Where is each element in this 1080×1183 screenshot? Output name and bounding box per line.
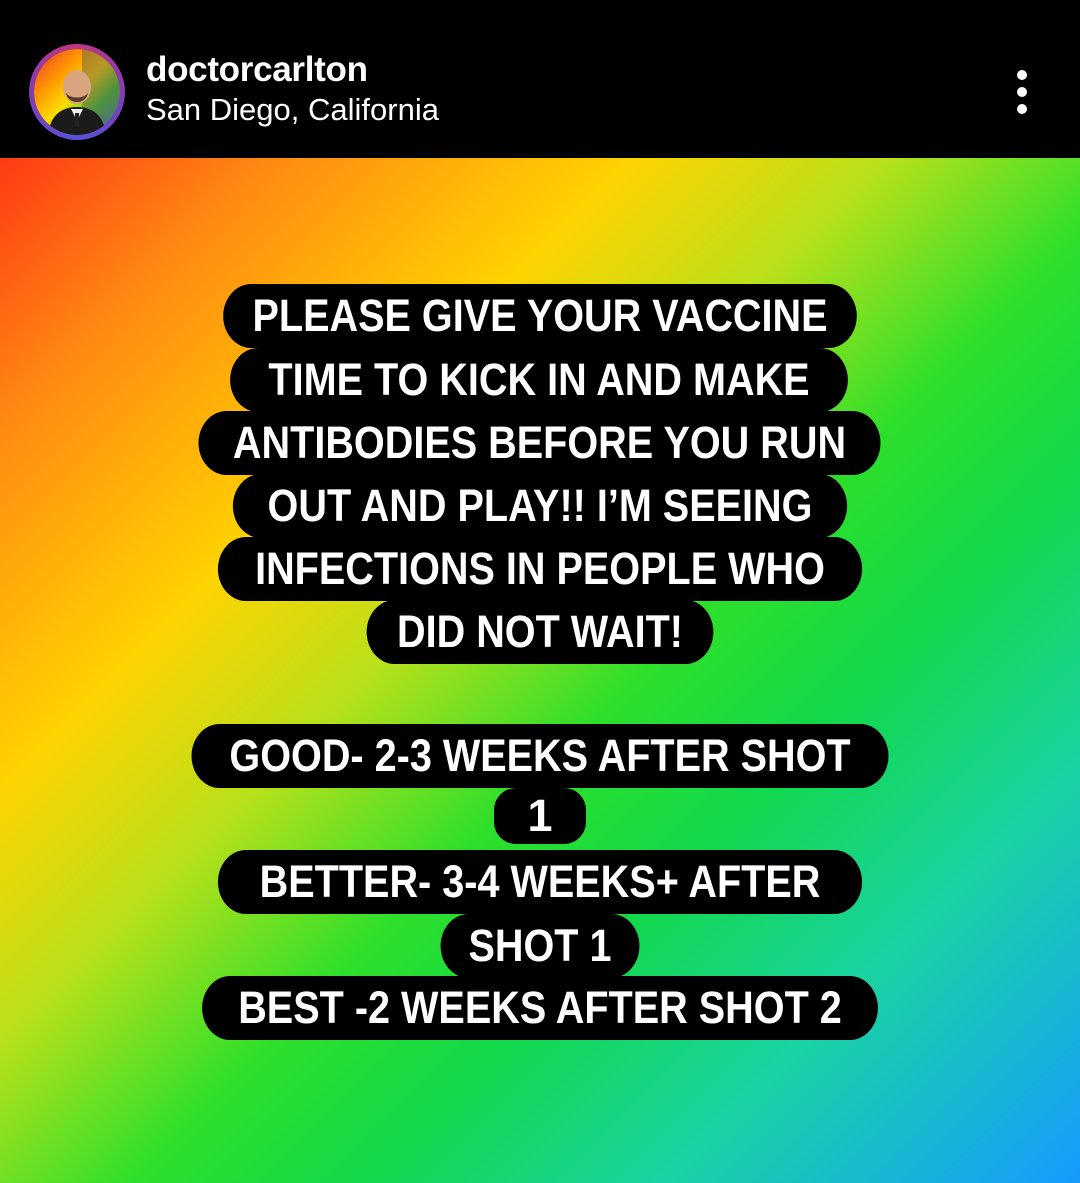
more-dot xyxy=(1017,104,1027,114)
post-header: doctorcarlton San Diego, California xyxy=(0,0,1080,158)
story-text-line: BEST -2 WEEKS AFTER SHOT 2 xyxy=(202,976,878,1040)
location-link[interactable]: San Diego, California xyxy=(146,92,439,128)
story-text-line: OUT AND PLAY!! I’M SEEING xyxy=(232,474,848,538)
username[interactable]: doctorcarlton xyxy=(146,50,368,90)
story-text-line: SHOT 1 xyxy=(440,914,640,978)
avatar-story-ring[interactable] xyxy=(29,44,125,140)
story-text-line: TIME TO KICK IN AND MAKE xyxy=(230,348,848,412)
avatar[interactable] xyxy=(34,49,120,135)
story-image: PLEASE GIVE YOUR VACCINE TIME TO KICK IN… xyxy=(0,158,1080,1183)
story-text-line: ANTIBODIES BEFORE YOU RUN xyxy=(198,411,881,475)
story-text-line: 1 xyxy=(494,788,586,844)
more-dot xyxy=(1017,70,1027,80)
more-dot xyxy=(1017,87,1027,97)
profile-photo-icon xyxy=(34,49,120,135)
story-text-line: PLEASE GIVE YOUR VACCINE xyxy=(223,284,857,348)
story-text-line: DID NOT WAIT! xyxy=(366,600,714,664)
story-text-line: GOOD- 2-3 WEEKS AFTER SHOT xyxy=(191,724,889,788)
story-text-line: BETTER- 3-4 WEEKS+ AFTER xyxy=(217,850,863,914)
more-options-icon[interactable] xyxy=(1000,64,1044,120)
story-text-line: INFECTIONS IN PEOPLE WHO xyxy=(217,537,863,601)
